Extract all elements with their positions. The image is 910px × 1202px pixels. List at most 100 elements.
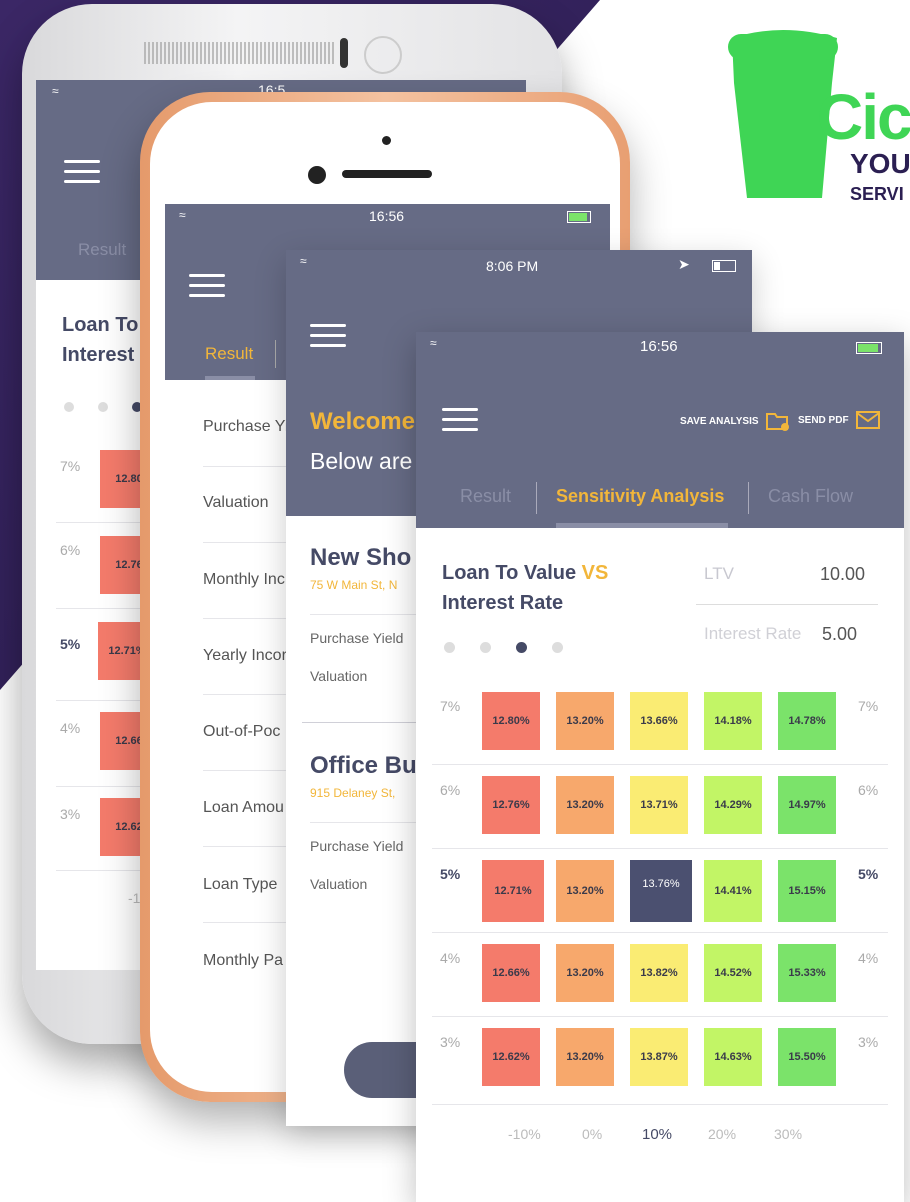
earpiece-dot xyxy=(382,136,391,145)
matrix-cell[interactable]: 13.66% xyxy=(630,692,688,750)
matrix-cell[interactable]: 12.76% xyxy=(482,776,540,834)
property-name[interactable]: New Sho xyxy=(310,544,411,572)
tab-result[interactable]: Result xyxy=(205,344,253,364)
matrix-cell[interactable]: 13.87% xyxy=(630,1028,688,1086)
y-axis-label-right: 6% xyxy=(858,782,879,798)
matrix-cell[interactable]: 14.18% xyxy=(704,692,762,750)
brand-tagline-2: SERVI xyxy=(850,184,904,204)
x-axis-label: 0% xyxy=(582,1126,603,1142)
menu-button[interactable] xyxy=(64,160,100,183)
y-axis-label-left: 3% xyxy=(440,1034,461,1050)
y-axis-label-left: 7% xyxy=(440,698,461,714)
front-camera xyxy=(308,166,326,184)
row-monthly-income: Monthly Inc xyxy=(203,571,285,588)
matrix-cell[interactable]: 14.97% xyxy=(778,776,836,834)
row-divider xyxy=(432,848,888,849)
row-divider xyxy=(432,764,888,765)
matrix-cell[interactable]: 12.80% xyxy=(482,692,540,750)
y-axis-label-left: 4% xyxy=(440,950,461,966)
brand-wordmark: Cic xyxy=(817,81,910,153)
matrix-cell[interactable]: 12.62% xyxy=(482,1028,540,1086)
phone2-time: 16:56 xyxy=(369,208,405,224)
battery-icon xyxy=(567,211,591,223)
row-out-of-pocket: Out-of-Poc xyxy=(203,723,281,740)
welcome-heading: Welcome xyxy=(310,408,415,435)
y-axis-label-right: 3% xyxy=(858,1034,879,1050)
matrix-cell[interactable]: 13.20% xyxy=(556,944,614,1002)
row-purchase-yield: Purchase Yi xyxy=(203,418,289,435)
property-name[interactable]: Office Bu xyxy=(310,752,417,780)
row-divider xyxy=(432,1016,888,1017)
y-axis-label-right: 7% xyxy=(858,698,879,714)
battery-icon xyxy=(712,260,736,272)
matrix-cell[interactable]: 15.15% xyxy=(778,860,836,922)
row-loan-amount: Loan Amou xyxy=(203,799,284,816)
matrix-cell[interactable]: 12.66% xyxy=(482,944,540,1002)
matrix-cell[interactable]: 14.41% xyxy=(704,860,762,922)
matrix-cell[interactable]: 13.20% xyxy=(556,1028,614,1086)
menu-button[interactable] xyxy=(189,274,225,297)
location-icon: ➤ xyxy=(678,256,690,272)
wifi-icon: ≈ xyxy=(300,254,307,268)
front-camera xyxy=(364,36,402,74)
matrix-cell[interactable]: 14.29% xyxy=(704,776,762,834)
speaker-grille xyxy=(144,42,334,64)
x-axis-label: 30% xyxy=(774,1126,803,1142)
brand-logo: Cic YOU SERVI xyxy=(722,28,910,208)
row-loan-type: Loan Type xyxy=(203,876,278,893)
sensitivity-matrix: 7% 7% 12.80% 13.20% 13.66% 14.18% 14.78% 6% 6% 12… xyxy=(416,332,904,1202)
property-address: 75 W Main St, N xyxy=(310,578,398,592)
speaker-slot xyxy=(342,170,432,178)
matrix-cell[interactable]: 13.20% xyxy=(556,776,614,834)
purchase-yield-label: Purchase Yield xyxy=(310,838,404,854)
matrix-cell[interactable]: 13.20% xyxy=(556,860,614,922)
row-yearly-income: Yearly Incor xyxy=(203,647,287,664)
row-monthly-payment: Monthly Pa xyxy=(203,952,284,969)
row-valuation: Valuation xyxy=(203,494,269,511)
menu-button[interactable] xyxy=(310,324,346,347)
wifi-icon: ≈ xyxy=(179,208,186,222)
phone3-time: 8:06 PM xyxy=(486,258,539,274)
y-label: 7% xyxy=(60,458,81,474)
y-label: 4% xyxy=(60,720,81,736)
tab-result[interactable]: Result xyxy=(78,240,126,260)
x-axis-label: 10% xyxy=(642,1126,673,1143)
x-axis-label: -10% xyxy=(508,1126,541,1142)
matrix-cell[interactable]: 15.33% xyxy=(778,944,836,1002)
phone4-screen: ≈ 16:56 SAVE ANALYSIS SEND PDF Result Se… xyxy=(416,332,904,1202)
y-label: 6% xyxy=(60,542,81,558)
matrix-cell[interactable]: 13.20% xyxy=(556,692,614,750)
property-address: 915 Delaney St, xyxy=(310,786,396,800)
phone1-title-2: Interest xyxy=(62,344,135,366)
wifi-icon: ≈ xyxy=(52,84,59,98)
matrix-cell[interactable]: 14.63% xyxy=(704,1028,762,1086)
valuation-label: Valuation xyxy=(310,668,368,684)
phone1-title-1: Loan To xyxy=(62,314,139,336)
valuation-label: Valuation xyxy=(310,876,368,892)
x-axis-label: 20% xyxy=(708,1126,737,1142)
welcome-subtitle: Below are xyxy=(310,448,413,474)
matrix-cell[interactable]: 14.52% xyxy=(704,944,762,1002)
page-dot[interactable] xyxy=(64,402,74,412)
y-axis-label-right: 5% xyxy=(858,866,879,882)
matrix-cell[interactable]: 13.71% xyxy=(630,776,688,834)
matrix-cell-selected[interactable]: 13.76% xyxy=(630,860,692,922)
row-divider xyxy=(432,932,888,933)
y-label: 3% xyxy=(60,806,81,822)
brand-tagline-1: YOU xyxy=(850,148,910,179)
tab-underline xyxy=(205,376,255,380)
matrix-cell[interactable]: 14.78% xyxy=(778,692,836,750)
camera-bar xyxy=(340,38,348,68)
purchase-yield-label: Purchase Yield xyxy=(310,630,404,646)
y-axis-label-left: 5% xyxy=(440,866,461,882)
tab-divider xyxy=(275,340,276,368)
matrix-bottom-divider xyxy=(432,1104,888,1105)
matrix-cell[interactable]: 13.82% xyxy=(630,944,688,1002)
y-label: 5% xyxy=(60,636,81,652)
matrix-cell[interactable]: 15.50% xyxy=(778,1028,836,1086)
page-dot[interactable] xyxy=(98,402,108,412)
x-label: -1 xyxy=(128,890,141,906)
y-axis-label-left: 6% xyxy=(440,782,461,798)
matrix-cell[interactable]: 12.71% xyxy=(482,860,544,922)
y-axis-label-right: 4% xyxy=(858,950,879,966)
